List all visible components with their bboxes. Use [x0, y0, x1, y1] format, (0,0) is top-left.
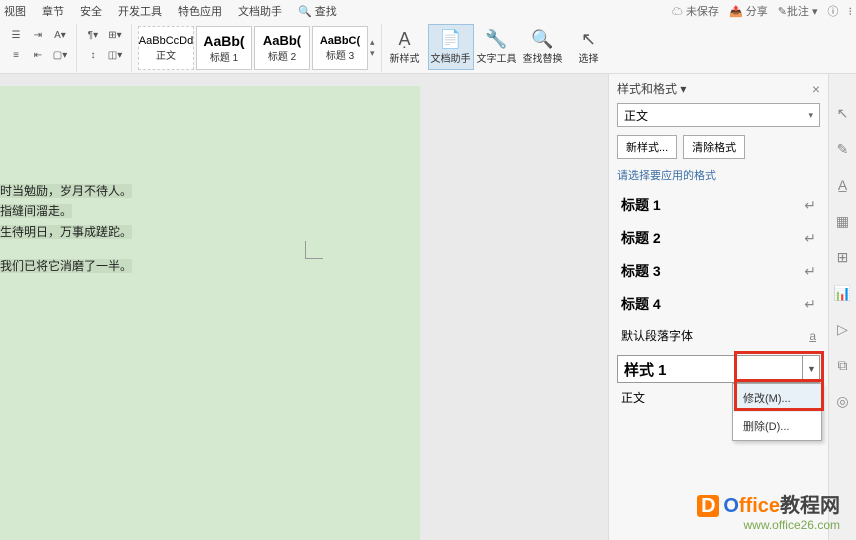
ctx-modify[interactable]: 修改(M)...: [733, 384, 821, 412]
styles-panel: 样式和格式 ▾ × 正文▾ 新样式... 清除格式 请选择要应用的格式 标题 1…: [608, 74, 828, 540]
search-icon: 🔍: [531, 29, 553, 50]
chart-icon[interactable]: 📊: [834, 284, 852, 302]
share-button[interactable]: 📤 分享: [729, 3, 768, 19]
document-page: 时当勉励，岁月不待人。 指缝间溜走。 生待明日，万事成蹉跎。 我们已将它消磨了一…: [0, 86, 420, 540]
bullets-icon[interactable]: ≡: [6, 46, 26, 64]
new-style-button[interactable]: Ạ 新样式: [382, 24, 428, 70]
text-line[interactable]: 时当勉励，岁月不待人。: [0, 184, 132, 198]
style-item-h3[interactable]: 标题 3↵: [617, 255, 820, 288]
panel-title: 样式和格式 ▾: [617, 80, 686, 97]
menu-chapter[interactable]: 章节: [42, 3, 64, 19]
copy-icon[interactable]: ⧉: [834, 356, 852, 374]
menu-special[interactable]: 特色应用: [178, 3, 222, 19]
style-item-h2[interactable]: 标题 2↵: [617, 222, 820, 255]
format-icon[interactable]: ▢▾: [50, 46, 70, 64]
text-line[interactable]: 生待明日，万事成蹉跎。: [0, 225, 132, 239]
fill-icon[interactable]: ◫▾: [105, 46, 125, 64]
new-style-btn[interactable]: 新样式...: [617, 135, 677, 159]
grid-icon[interactable]: ⊞: [834, 248, 852, 266]
style-item-default-font[interactable]: 默认段落字体a: [617, 321, 820, 351]
find-replace-button[interactable]: 🔍 查找替换: [520, 24, 566, 70]
list-icon[interactable]: ☰: [6, 26, 26, 44]
edit-icon[interactable]: ✎: [834, 140, 852, 158]
menu-bar: 视图 章节 安全 开发工具 特色应用 文档助手 🔍 查找 ☁ 未保存 📤 分享 …: [0, 0, 856, 22]
context-menu: 修改(M)... 删除(D)...: [732, 383, 822, 441]
more-icon[interactable]: ⁝: [849, 5, 853, 18]
font-icon[interactable]: A▾: [50, 26, 70, 44]
annotate-button[interactable]: ✎批注 ▾: [778, 3, 818, 19]
chevron-down-icon[interactable]: ▼: [802, 355, 820, 383]
outdent-icon[interactable]: ⇤: [28, 46, 48, 64]
text-icon[interactable]: A̲: [834, 176, 852, 194]
text-line[interactable]: 指缝间溜走。: [0, 204, 72, 218]
menu-security[interactable]: 安全: [80, 3, 102, 19]
new-style-icon: Ạ: [399, 29, 411, 50]
border-icon[interactable]: ⊞▾: [105, 26, 125, 44]
menu-docassist[interactable]: 文档助手: [238, 3, 282, 19]
document-area[interactable]: 时当勉励，岁月不待人。 指缝间溜走。 生待明日，万事成蹉跎。 我们已将它消磨了一…: [0, 74, 608, 540]
text-line[interactable]: 我们已将它消磨了一半。: [0, 259, 132, 273]
pointer-icon[interactable]: ↖: [834, 104, 852, 122]
ribbon-toolbar: ☰ ⇥ A▾ ≡ ⇤ ▢▾ ¶▾ ⊞▾ ↕ ◫▾ AaBbCcDd 正: [0, 22, 856, 74]
ctx-delete[interactable]: 删除(D)...: [733, 412, 821, 440]
doc-assist-icon: 📄: [439, 29, 461, 50]
style-h2[interactable]: AaBb( 标题 2: [254, 26, 310, 70]
doc-assist-button[interactable]: 📄 文档助手: [428, 24, 474, 70]
style-select-box[interactable]: 样式 1: [617, 355, 820, 383]
menu-devtools[interactable]: 开发工具: [118, 3, 162, 19]
style-h1[interactable]: AaBb( 标题 1: [196, 26, 252, 70]
circle-icon[interactable]: ◎: [834, 392, 852, 410]
text-tool-button[interactable]: 🔧 文字工具: [474, 24, 520, 70]
logo-icon: D: [697, 495, 719, 517]
indent-icon[interactable]: ⇥: [28, 26, 48, 44]
clear-format-btn[interactable]: 清除格式: [683, 135, 745, 159]
search-button[interactable]: 🔍 查找: [298, 3, 353, 19]
style-normal[interactable]: AaBbCcDd 正文: [138, 26, 194, 70]
current-style-select[interactable]: 正文▾: [617, 103, 820, 127]
select-button[interactable]: ↖ 选择: [566, 24, 612, 70]
unsaved-indicator[interactable]: ☁ 未保存: [672, 3, 719, 19]
panel-hint: 请选择要应用的格式: [617, 167, 820, 183]
text-tool-icon: 🔧: [485, 29, 507, 50]
layout-icon[interactable]: ▦: [834, 212, 852, 230]
style-item-h1[interactable]: 标题 1↵: [617, 189, 820, 222]
watermark-url: www.office26.com: [697, 518, 840, 532]
help-icon[interactable]: ⓘ: [828, 3, 839, 19]
page-corner-mark: [305, 241, 323, 259]
align-icon[interactable]: ¶▾: [83, 26, 103, 44]
right-rail: ↖ ✎ A̲ ▦ ⊞ 📊 ▷ ⧉ ◎: [828, 74, 856, 540]
style-h3[interactable]: AaBbC( 标题 3: [312, 26, 368, 70]
watermark: DOffice教程网 www.office26.com: [697, 489, 840, 532]
style-item-h4[interactable]: 标题 4↵: [617, 288, 820, 321]
play-icon[interactable]: ▷: [834, 320, 852, 338]
sort-icon[interactable]: ↕: [83, 46, 103, 64]
pointer-icon: ↖: [581, 29, 596, 50]
close-icon[interactable]: ×: [812, 81, 820, 97]
menu-view[interactable]: 视图: [4, 3, 26, 19]
